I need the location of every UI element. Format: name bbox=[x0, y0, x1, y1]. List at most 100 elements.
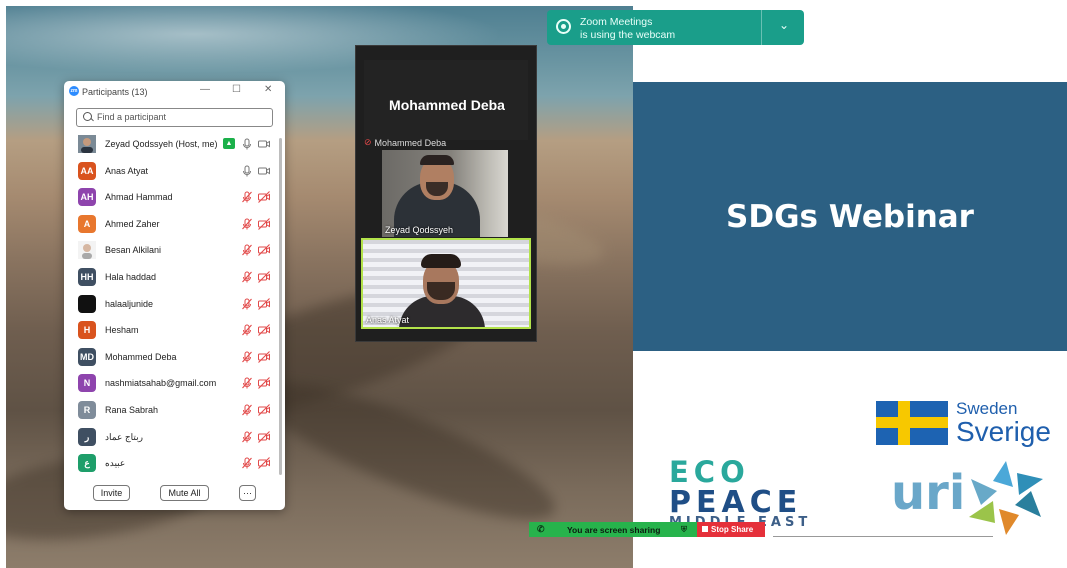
phone-icon: ✆ bbox=[537, 524, 545, 534]
mic-muted-icon: ⊘ bbox=[364, 137, 372, 147]
participant-row[interactable]: HH Hala haddad bbox=[64, 264, 278, 291]
avatar: AA bbox=[78, 161, 96, 180]
slide-divider bbox=[773, 536, 993, 537]
video-off-icon[interactable] bbox=[257, 456, 271, 470]
uri-star-icon bbox=[969, 461, 1043, 535]
video-off-icon[interactable] bbox=[257, 243, 271, 257]
participants-titlebar: zm Participants (13) — ☐ ✕ bbox=[64, 81, 285, 101]
participant-row[interactable]: MD Mohammed Deba bbox=[64, 344, 278, 371]
participant-row[interactable]: ع عبيده bbox=[64, 450, 278, 477]
avatar: H bbox=[78, 321, 96, 340]
avatar: HH bbox=[78, 267, 96, 286]
video-off-icon[interactable] bbox=[257, 323, 271, 337]
mic-muted-icon[interactable] bbox=[240, 243, 254, 257]
participant-row[interactable]: ر ربتاج عماد bbox=[64, 424, 278, 451]
participant-row[interactable]: AH Ahmad Hammad bbox=[64, 184, 278, 211]
invite-button[interactable]: Invite bbox=[93, 485, 130, 501]
participants-panel: zm Participants (13) — ☐ ✕ Zeyad Qodssye… bbox=[64, 81, 285, 510]
mic-icon[interactable] bbox=[240, 137, 254, 151]
avatar bbox=[78, 135, 96, 153]
video-tile-zeyad[interactable]: Zeyad Qodssyeh bbox=[382, 150, 508, 237]
video-off-icon[interactable] bbox=[257, 403, 271, 417]
participant-row[interactable]: R Rana Sabrah bbox=[64, 397, 278, 424]
mic-muted-icon[interactable] bbox=[240, 376, 254, 390]
mic-muted-icon[interactable] bbox=[240, 217, 254, 231]
participant-name: Zeyad Qodssyeh (Host, me) bbox=[105, 139, 218, 149]
participant-name: عبيده bbox=[105, 458, 126, 469]
participant-row[interactable]: halaaljunide bbox=[64, 291, 278, 318]
participants-list: Zeyad Qodssyeh (Host, me) ▲ AA Anas Atyat AH… bbox=[64, 131, 278, 477]
chevron-down-icon[interactable]: ⌄ bbox=[773, 18, 795, 32]
participants-footer: Invite Mute All ··· bbox=[64, 483, 285, 509]
video-off-icon[interactable] bbox=[257, 217, 271, 231]
search-box[interactable] bbox=[76, 108, 273, 127]
screen-share-icon: ▲ bbox=[223, 138, 235, 149]
sweden-label: Sweden bbox=[956, 399, 1018, 418]
sweden-logo: Sweden Sverige bbox=[876, 400, 1051, 446]
shared-slide: SDGs Webinar Sweden Sverige ECO PEACE MI… bbox=[633, 6, 1067, 568]
stop-share-button[interactable]: Stop Share bbox=[697, 522, 765, 537]
shield-icon: ⛨ bbox=[681, 525, 687, 534]
mute-all-button[interactable]: Mute All bbox=[160, 485, 209, 501]
video-off-icon[interactable] bbox=[257, 190, 271, 204]
participant-row[interactable]: Besan Alkilani bbox=[64, 237, 278, 264]
video-tile-anas[interactable]: Anas Atyat bbox=[361, 238, 531, 329]
active-speaker-name: Mohammed Deba bbox=[389, 97, 505, 113]
video-tile-label: Zeyad Qodssyeh bbox=[385, 225, 454, 235]
video-icon[interactable] bbox=[257, 164, 271, 178]
participant-row[interactable]: Nnashmiatsahab@gmail.com bbox=[64, 370, 278, 397]
search-input[interactable] bbox=[95, 111, 269, 123]
video-off-icon[interactable] bbox=[257, 297, 271, 311]
participant-name: ربتاج عماد bbox=[105, 431, 143, 442]
participant-name: Hala haddad bbox=[105, 271, 157, 282]
avatar: A bbox=[78, 214, 96, 233]
video-tile-label: Anas Atyat bbox=[366, 315, 410, 325]
more-button[interactable]: ··· bbox=[239, 485, 256, 501]
participant-name: halaaljunide bbox=[105, 298, 154, 309]
notification-text: is using the webcam bbox=[580, 29, 676, 41]
mic-muted-icon[interactable] bbox=[240, 350, 254, 364]
swedish-flag-icon bbox=[876, 401, 948, 445]
participant-row[interactable]: A Ahmed Zaher bbox=[64, 211, 278, 238]
notification-title: Zoom Meetings bbox=[580, 16, 653, 28]
minimize-icon[interactable]: — bbox=[200, 84, 210, 95]
video-off-icon[interactable] bbox=[257, 430, 271, 444]
avatar: ر bbox=[78, 427, 96, 446]
zoom-logo-icon: zm bbox=[69, 86, 79, 96]
video-off-icon[interactable] bbox=[257, 270, 271, 284]
sverige-label: Sverige bbox=[956, 416, 1051, 447]
participant-row[interactable]: Zeyad Qodssyeh (Host, me) ▲ bbox=[64, 131, 278, 158]
avatar: N bbox=[78, 374, 96, 393]
participant-name: nashmiatsahab@gmail.com bbox=[105, 378, 217, 389]
video-icon[interactable] bbox=[257, 137, 271, 151]
video-off-icon[interactable] bbox=[257, 350, 271, 364]
mic-muted-icon[interactable] bbox=[240, 190, 254, 204]
avatar: R bbox=[78, 400, 96, 419]
search-icon bbox=[83, 112, 92, 121]
avatar: MD bbox=[78, 347, 96, 366]
slide-title: SDGs Webinar bbox=[726, 198, 974, 235]
uri-logo: uri bbox=[891, 461, 1043, 535]
participant-row[interactable]: H Hesham bbox=[64, 317, 278, 344]
mic-muted-icon[interactable] bbox=[240, 270, 254, 284]
mic-muted-icon[interactable] bbox=[240, 323, 254, 337]
participant-row[interactable]: AA Anas Atyat bbox=[64, 158, 278, 185]
participant-name: Anas Atyat bbox=[105, 165, 149, 176]
webcam-notification[interactable]: Zoom Meetings is using the webcam ⌄ bbox=[547, 10, 804, 45]
participant-name: Ahmed Zaher bbox=[105, 218, 160, 229]
mic-muted-icon[interactable] bbox=[240, 297, 254, 311]
participant-name: Besan Alkilani bbox=[105, 245, 162, 256]
video-off-icon[interactable] bbox=[257, 376, 271, 390]
avatar: AH bbox=[78, 188, 96, 207]
mic-muted-icon[interactable] bbox=[240, 430, 254, 444]
mic-muted-icon[interactable] bbox=[240, 403, 254, 417]
scrollbar[interactable] bbox=[279, 138, 282, 475]
avatar: ع bbox=[78, 454, 96, 473]
mic-icon[interactable] bbox=[240, 164, 254, 178]
participant-name: Ahmad Hammad bbox=[105, 192, 173, 203]
avatar bbox=[78, 294, 96, 313]
close-icon[interactable]: ✕ bbox=[264, 84, 272, 95]
mic-muted-icon[interactable] bbox=[240, 456, 254, 470]
maximize-icon[interactable]: ☐ bbox=[232, 84, 241, 95]
screen-share-bar: ✆ You are screen sharing ⛨ Stop Share bbox=[529, 522, 765, 537]
